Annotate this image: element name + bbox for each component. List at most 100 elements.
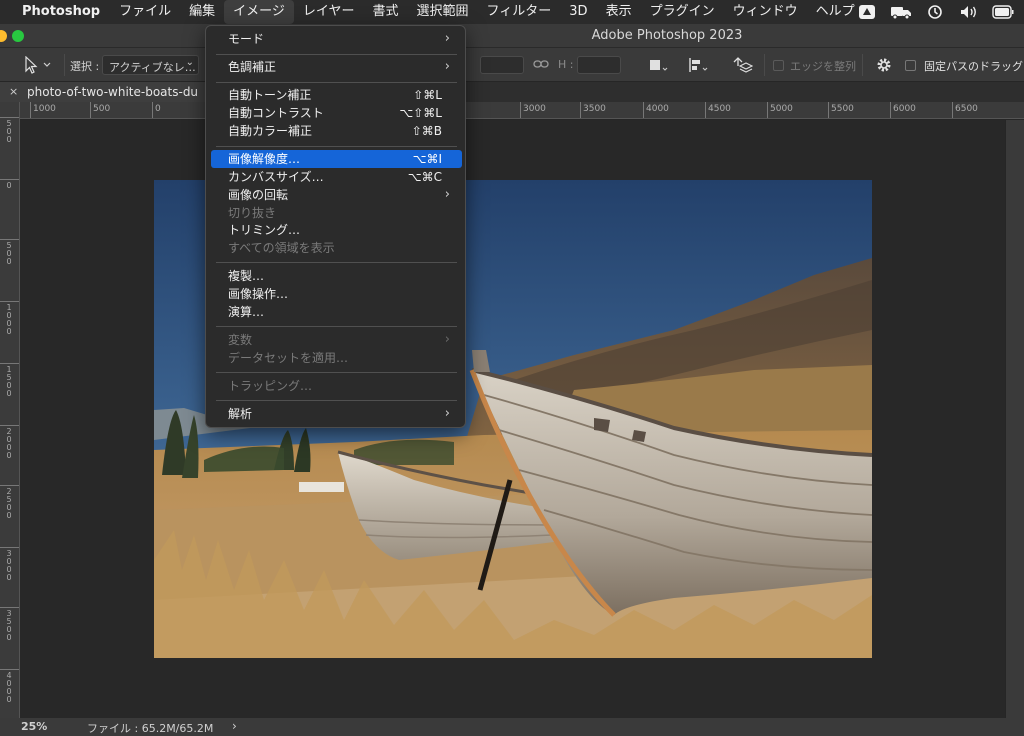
ruler-tick — [152, 102, 153, 118]
menu-item-auto-color[interactable]: 自動カラー補正 ⇧⌘B — [211, 122, 462, 140]
menu-item-calculations[interactable]: 演算… — [211, 303, 462, 321]
ruler-tick — [520, 102, 521, 118]
close-icon[interactable]: × — [9, 82, 18, 102]
menu-item-auto-tone[interactable]: 自動トーン補正 ⇧⌘L — [211, 86, 462, 104]
options-divider — [64, 54, 65, 76]
ruler-tick — [767, 102, 768, 118]
menu-item-label: 演算… — [228, 305, 265, 319]
link-icon[interactable] — [533, 57, 549, 74]
menu-type[interactable]: 書式 — [364, 0, 408, 24]
menu-select[interactable]: 選択範囲 — [408, 0, 478, 24]
battery-icon[interactable] — [986, 0, 1020, 24]
fixed-path-drag-label: 固定パスのドラッグ — [924, 60, 1023, 73]
ruler-tick — [0, 363, 19, 364]
menu-item-label: トリミング… — [228, 223, 301, 237]
ruler-tick — [0, 117, 19, 118]
menu-item-label: トラッピング… — [228, 379, 313, 393]
window-title: Adobe Photoshop 2023 — [591, 28, 743, 43]
menu-view[interactable]: 表示 — [597, 0, 641, 24]
menu-separator — [216, 54, 457, 55]
document-tab-title: photo-of-two-white-boats-du — [27, 85, 199, 99]
document-tab[interactable]: × photo-of-two-white-boats-du — [0, 82, 205, 102]
ruler-tick — [890, 102, 891, 118]
path-operations-icon[interactable] — [648, 57, 670, 76]
fixed-path-drag-checkbox[interactable] — [905, 60, 916, 71]
menu-edit[interactable]: 編集 — [180, 0, 224, 24]
path-alignment-icon[interactable] — [688, 57, 710, 76]
gear-icon[interactable] — [876, 57, 892, 76]
menu-separator — [216, 372, 457, 373]
status-icons — [850, 0, 1020, 24]
menu-window[interactable]: ウィンドウ — [724, 0, 807, 24]
ruler-label: 1500 — [6, 365, 12, 398]
ruler-label: 500 — [6, 119, 12, 144]
menu-separator — [216, 326, 457, 327]
menu-item-label: データセットを適用… — [228, 351, 349, 365]
chevron-right-icon: › — [444, 59, 450, 74]
menu-file[interactable]: ファイル — [110, 0, 180, 24]
ruler-label: 3500 — [583, 104, 606, 114]
menu-item-reveal-all: すべての領域を表示 — [211, 239, 462, 257]
drive-icon[interactable] — [850, 0, 884, 24]
menu-item-shortcut: ⌥⌘C — [407, 170, 442, 184]
path-select-tool-icon[interactable] — [22, 55, 52, 77]
chevron-right-icon: › — [444, 31, 450, 46]
menu-app-photoshop[interactable]: Photoshop — [4, 0, 110, 24]
menu-item-label: 画像解像度… — [228, 152, 301, 166]
ruler-label: 1000 — [6, 303, 12, 336]
ruler-tick — [0, 607, 19, 608]
time-machine-icon[interactable] — [918, 0, 952, 24]
menu-item-analysis[interactable]: 解析 › — [211, 405, 462, 423]
ruler-label: 0 — [6, 181, 12, 190]
volume-icon[interactable] — [952, 0, 986, 24]
status-bar: 25% ファイル : 65.2M/65.2M › — [0, 718, 1024, 736]
ruler-label: 6500 — [955, 104, 978, 114]
ruler-tick — [0, 425, 19, 426]
menu-image[interactable]: イメージ — [224, 0, 294, 24]
menu-3d[interactable]: 3D — [560, 0, 596, 24]
menu-plugins[interactable]: プラグイン — [641, 0, 724, 24]
ruler-label: 3500 — [6, 609, 12, 642]
menu-item-variables: 変数 › — [211, 331, 462, 349]
menu-item-crop: 切り抜き — [211, 204, 462, 222]
ruler-label: 4000 — [646, 104, 669, 114]
menu-separator — [216, 146, 457, 147]
align-edges-label: エッジを整列 — [790, 60, 856, 73]
menu-item-apply-data-set: データセットを適用… — [211, 349, 462, 367]
chevron-right-icon: › — [444, 406, 450, 421]
zoom-level[interactable]: 25% — [21, 720, 47, 733]
menu-item-mode[interactable]: モード › — [211, 30, 462, 48]
status-menu-arrow[interactable]: › — [232, 719, 237, 733]
menu-filter[interactable]: フィルター — [478, 0, 561, 24]
truck-icon[interactable] — [884, 0, 918, 24]
vertical-scrollbar[interactable] — [1006, 120, 1024, 718]
menu-item-auto-contrast[interactable]: 自動コントラスト ⌥⇧⌘L — [211, 104, 462, 122]
menu-item-apply-image[interactable]: 画像操作… — [211, 285, 462, 303]
select-dropdown[interactable]: アクティブなレ… ⌄ — [102, 55, 199, 75]
menu-item-image-rotation[interactable]: 画像の回転 › — [211, 186, 462, 204]
menu-item-label: 自動トーン補正 — [228, 88, 312, 102]
menu-item-image-size[interactable]: 画像解像度… ⌥⌘I — [211, 150, 462, 168]
align-edges-checkbox[interactable] — [773, 60, 784, 71]
menu-item-canvas-size[interactable]: カンバスサイズ… ⌥⌘C — [211, 168, 462, 186]
height-field[interactable] — [577, 56, 621, 74]
width-field[interactable] — [480, 56, 524, 74]
menu-separator — [216, 400, 457, 401]
ruler-tick — [0, 239, 19, 240]
ruler-tick — [0, 301, 19, 302]
chevron-right-icon: › — [444, 187, 450, 202]
menu-layer[interactable]: レイヤー — [294, 0, 364, 24]
menu-item-trim[interactable]: トリミング… — [211, 221, 462, 239]
menu-item-shortcut: ⌥⇧⌘L — [399, 106, 442, 120]
options-divider — [862, 54, 863, 76]
ruler-tick — [30, 102, 31, 118]
menu-item-label: 複製… — [228, 269, 265, 283]
menu-item-adjustments[interactable]: 色調補正 › — [211, 58, 462, 76]
ruler-tick — [705, 102, 706, 118]
image-dropdown-menu: モード › 色調補正 › 自動トーン補正 ⇧⌘L 自動コントラスト ⌥⇧⌘L 自動カラー補正 ⇧⌘… — [205, 25, 466, 428]
menu-item-duplicate[interactable]: 複製… — [211, 267, 462, 285]
vertical-ruler: 500 0 500 1000 1500 2000 2500 3000 3500 4000 — [0, 102, 20, 718]
height-label: H : — [558, 58, 574, 71]
path-arrangement-icon[interactable] — [731, 55, 754, 78]
ruler-label: 3000 — [6, 549, 12, 582]
